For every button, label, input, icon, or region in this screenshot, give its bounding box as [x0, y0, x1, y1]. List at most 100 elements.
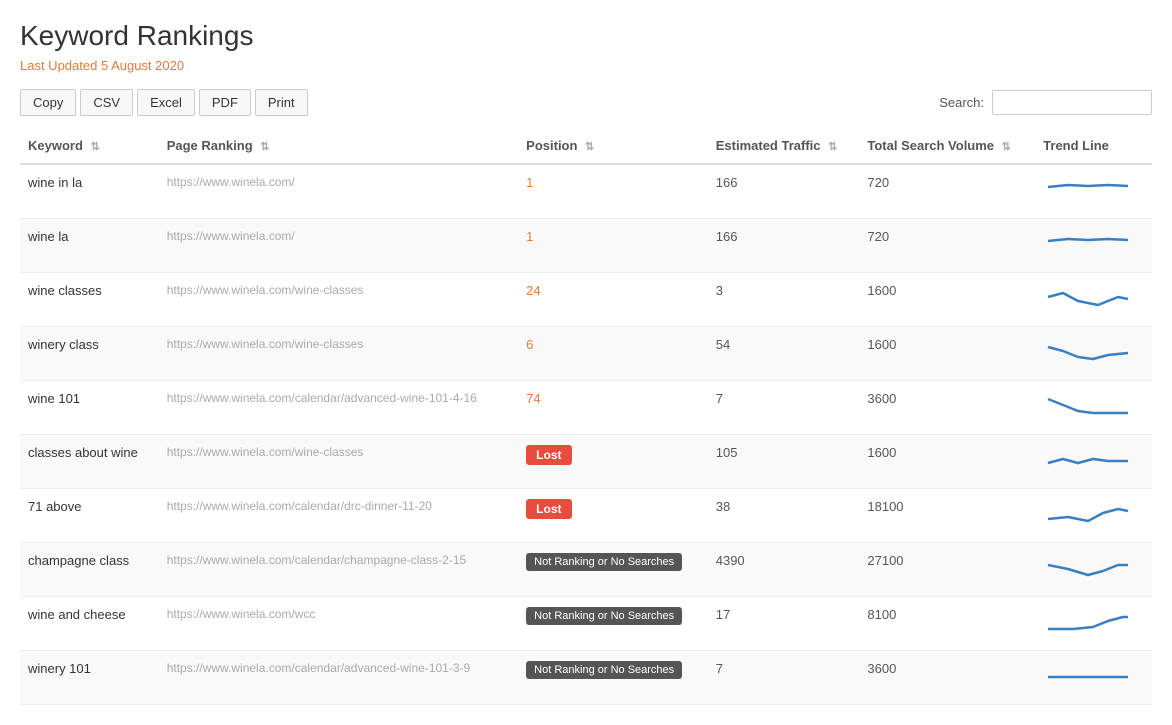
trend-svg: [1043, 553, 1133, 583]
trend-svg: [1043, 661, 1133, 691]
trend-svg: [1043, 283, 1133, 313]
col-header-keyword[interactable]: Keyword ⇅: [20, 128, 159, 164]
keyword-cell: winery class: [20, 327, 159, 381]
table-row: wine in lahttps://www.winela.com/1166720: [20, 164, 1152, 219]
estimated-traffic-cell: 7: [708, 381, 860, 435]
estimated-traffic-cell: 38: [708, 489, 860, 543]
trend-line-cell: [1035, 273, 1152, 327]
keyword-cell: wine 101: [20, 381, 159, 435]
sort-icon: ⇅: [1002, 141, 1011, 153]
not-ranking-badge: Not Ranking or No Searches: [526, 661, 682, 679]
last-updated: Last Updated 5 August 2020: [20, 58, 1152, 73]
table-row: wine classeshttps://www.winela.com/wine-…: [20, 273, 1152, 327]
estimated-traffic-cell: 3: [708, 273, 860, 327]
total-search-volume-cell: 1600: [859, 327, 1035, 381]
trend-line-cell: [1035, 651, 1152, 705]
total-search-volume-cell: 720: [859, 164, 1035, 219]
position-cell: Lost: [518, 435, 708, 489]
total-search-volume-cell: 3600: [859, 651, 1035, 705]
page-ranking-cell: https://www.winela.com/: [159, 164, 518, 219]
trend-svg: [1043, 337, 1133, 367]
total-search-volume-cell: 1600: [859, 435, 1035, 489]
estimated-traffic-cell: 166: [708, 164, 860, 219]
position-cell: 1: [518, 219, 708, 273]
trend-svg: [1043, 607, 1133, 637]
estimated-traffic-cell: 54: [708, 327, 860, 381]
table-row: classes about winehttps://www.winela.com…: [20, 435, 1152, 489]
sort-icon: ⇅: [828, 141, 837, 153]
total-search-volume-cell: 720: [859, 219, 1035, 273]
trend-line-cell: [1035, 435, 1152, 489]
table-row: winery classhttps://www.winela.com/wine-…: [20, 327, 1152, 381]
sort-icon: ⇅: [585, 141, 594, 153]
position-cell: 6: [518, 327, 708, 381]
estimated-traffic-cell: 166: [708, 219, 860, 273]
trend-line-cell: [1035, 597, 1152, 651]
sort-icon: ⇅: [91, 141, 100, 153]
keyword-cell: wine la: [20, 219, 159, 273]
table-row: wine lahttps://www.winela.com/1166720: [20, 219, 1152, 273]
header-row: Keyword ⇅Page Ranking ⇅Position ⇅Estimat…: [20, 128, 1152, 164]
estimated-traffic-cell: 4390: [708, 543, 860, 597]
search-area: Search:: [939, 90, 1152, 115]
search-input[interactable]: [992, 90, 1152, 115]
position-cell: Not Ranking or No Searches: [518, 597, 708, 651]
trend-line-cell: [1035, 543, 1152, 597]
page-ranking-cell: https://www.winela.com/calendar/advanced…: [159, 381, 518, 435]
table-row: wine 101https://www.winela.com/calendar/…: [20, 381, 1152, 435]
csv-button[interactable]: CSV: [80, 89, 133, 116]
position-cell: Lost: [518, 489, 708, 543]
total-search-volume-cell: 27100: [859, 543, 1035, 597]
table-row: 71 abovehttps://www.winela.com/calendar/…: [20, 489, 1152, 543]
col-header-position[interactable]: Position ⇅: [518, 128, 708, 164]
keyword-cell: wine in la: [20, 164, 159, 219]
position-cell: 74: [518, 381, 708, 435]
estimated-traffic-cell: 105: [708, 435, 860, 489]
estimated-traffic-cell: 17: [708, 597, 860, 651]
table-row: winery 101https://www.winela.com/calenda…: [20, 651, 1152, 705]
copy-button[interactable]: Copy: [20, 89, 76, 116]
table-body: wine in lahttps://www.winela.com/1166720…: [20, 164, 1152, 705]
total-search-volume-cell: 8100: [859, 597, 1035, 651]
page-ranking-cell: https://www.winela.com/calendar/champagn…: [159, 543, 518, 597]
keyword-cell: winery 101: [20, 651, 159, 705]
trend-line-cell: [1035, 327, 1152, 381]
total-search-volume-cell: 3600: [859, 381, 1035, 435]
col-header-page-ranking[interactable]: Page Ranking ⇅: [159, 128, 518, 164]
page-ranking-cell: https://www.winela.com/wine-classes: [159, 327, 518, 381]
keyword-cell: wine and cheese: [20, 597, 159, 651]
not-ranking-badge: Not Ranking or No Searches: [526, 553, 682, 571]
keyword-cell: champagne class: [20, 543, 159, 597]
table-row: champagne classhttps://www.winela.com/ca…: [20, 543, 1152, 597]
page-ranking-cell: https://www.winela.com/: [159, 219, 518, 273]
page-ranking-cell: https://www.winela.com/wcc: [159, 597, 518, 651]
search-label: Search:: [939, 95, 984, 110]
trend-line-cell: [1035, 381, 1152, 435]
keyword-cell: classes about wine: [20, 435, 159, 489]
total-search-volume-cell: 18100: [859, 489, 1035, 543]
col-header-trend-line: Trend Line: [1035, 128, 1152, 164]
page-ranking-cell: https://www.winela.com/wine-classes: [159, 273, 518, 327]
position-cell: 24: [518, 273, 708, 327]
keyword-cell: wine classes: [20, 273, 159, 327]
position-cell: Not Ranking or No Searches: [518, 651, 708, 705]
trend-line-cell: [1035, 489, 1152, 543]
not-ranking-badge: Not Ranking or No Searches: [526, 607, 682, 625]
total-search-volume-cell: 1600: [859, 273, 1035, 327]
print-button[interactable]: Print: [255, 89, 308, 116]
lost-badge: Lost: [526, 499, 571, 519]
excel-button[interactable]: Excel: [137, 89, 195, 116]
trend-svg: [1043, 499, 1133, 529]
page-ranking-cell: https://www.winela.com/calendar/advanced…: [159, 651, 518, 705]
position-cell: 1: [518, 164, 708, 219]
sort-icon: ⇅: [260, 141, 269, 153]
trend-svg: [1043, 175, 1133, 205]
table-header: Keyword ⇅Page Ranking ⇅Position ⇅Estimat…: [20, 128, 1152, 164]
page-ranking-cell: https://www.winela.com/wine-classes: [159, 435, 518, 489]
col-header-total-search-volume[interactable]: Total Search Volume ⇅: [859, 128, 1035, 164]
estimated-traffic-cell: 7: [708, 651, 860, 705]
pdf-button[interactable]: PDF: [199, 89, 251, 116]
col-header-estimated-traffic[interactable]: Estimated Traffic ⇅: [708, 128, 860, 164]
rankings-table: Keyword ⇅Page Ranking ⇅Position ⇅Estimat…: [20, 128, 1152, 705]
trend-svg: [1043, 229, 1133, 259]
